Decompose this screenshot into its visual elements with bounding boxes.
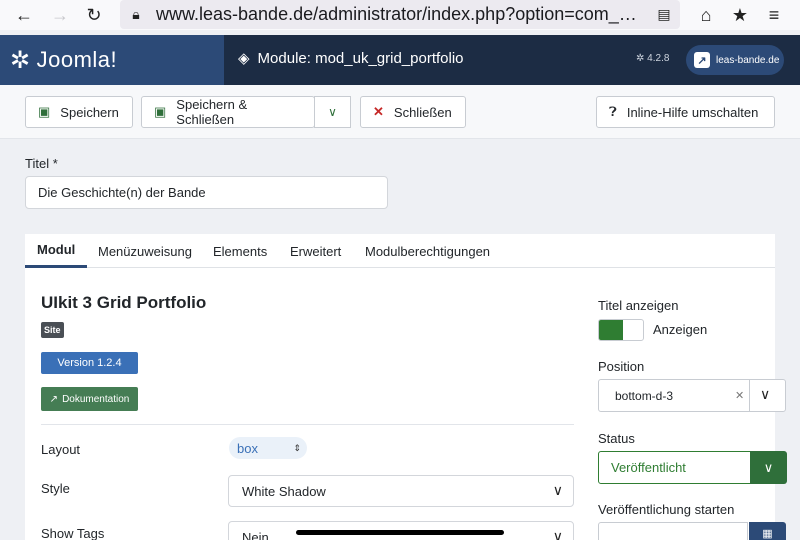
style-label: Style <box>41 481 70 496</box>
chevron-down-icon: ∨ <box>552 528 563 540</box>
address-bar[interactable]: 🔒︎ www.leas-bande.de/administrator/index… <box>120 0 680 29</box>
toggle-on-indicator <box>599 320 623 340</box>
admin-header: ✲ Joomla! ◈ Module: mod_uk_grid_portfoli… <box>0 35 800 85</box>
tab-erweitert[interactable]: Erweitert <box>290 234 341 268</box>
status-value: Veröffentlicht <box>611 460 686 475</box>
updown-icon: ⇕ <box>293 442 301 453</box>
cube-icon: ◈ <box>238 50 250 67</box>
tab-label: Modul <box>37 242 76 257</box>
help-label: Inline-Hilfe umschalten <box>626 104 759 120</box>
page-title-text: Module: mod_uk_grid_portfolio <box>257 49 464 67</box>
reader-view-icon[interactable]: ▤ <box>652 2 676 26</box>
tab-label: Modulberechtigungen <box>365 243 491 259</box>
title-value: Die Geschichte(n) der Bande <box>38 185 206 200</box>
documentation-button[interactable]: ↗ Dokumentation <box>41 387 138 411</box>
question-icon: ❓︎ <box>609 104 617 119</box>
publish-start-label: Veröffentlichung starten <box>598 502 735 517</box>
show-tags-value: Nein <box>242 530 269 540</box>
layout-label: Layout <box>41 442 81 457</box>
tab-elements[interactable]: Elements <box>213 234 267 268</box>
tab-label: Menüzuweisung <box>98 243 192 259</box>
star-icon[interactable]: ★ <box>728 3 752 27</box>
forward-arrow-icon[interactable]: → <box>48 3 72 27</box>
page-title: ◈ Module: mod_uk_grid_portfolio <box>238 49 464 68</box>
show-title-toggle[interactable] <box>598 319 644 341</box>
save-close-button[interactable]: ▣ Speichern & Schließen <box>141 96 315 128</box>
url-text: www.leas-bande.de/administrator/index.ph… <box>156 4 651 24</box>
joomla-mark-icon: ✲ <box>10 46 31 74</box>
chevron-down-icon: ∨ <box>552 482 563 498</box>
separator <box>749 380 750 411</box>
tab-label: Erweitert <box>290 243 342 259</box>
logo-text: Joomla! <box>36 47 118 72</box>
show-title-label: Titel anzeigen <box>598 298 679 313</box>
save-label: Speichern <box>60 104 119 120</box>
module-name: UIkit 3 Grid Portfolio <box>41 293 207 312</box>
show-tags-label: Show Tags <box>41 526 105 540</box>
layout-value: box <box>237 440 258 456</box>
floppy-icon: ▣ <box>154 104 167 119</box>
tab-bar: Modul Menüzuweisung Elements Erweitert M… <box>25 234 775 268</box>
clear-icon[interactable]: ✕ <box>735 389 744 402</box>
site-link-text: leas-bande.de <box>716 54 780 66</box>
site-link-button[interactable]: ↗ leas-bande.de <box>686 45 784 75</box>
external-link-icon: ↗ <box>694 52 710 68</box>
calendar-icon[interactable]: ▦ <box>749 522 786 540</box>
save-close-label: Speichern & Schließen <box>176 97 248 127</box>
style-select[interactable]: White Shadow ∨ <box>228 475 574 507</box>
style-value: White Shadow <box>242 483 326 499</box>
close-icon: ✕ <box>373 104 384 119</box>
toolbar: ▣ Speichern ▣ Speichern & Schließen ∨ ✕ … <box>0 85 800 139</box>
save-options-dropdown[interactable]: ∨ <box>314 96 351 128</box>
help-toggle-button[interactable]: ❓︎ Inline-Hilfe umschalten <box>596 96 775 128</box>
external-link-icon: ↗ <box>49 393 59 405</box>
reload-icon[interactable]: ↻ <box>82 3 106 27</box>
layout-select[interactable]: box ⇕ <box>229 437 307 459</box>
save-button[interactable]: ▣ Speichern <box>25 96 133 128</box>
tab-modulberechtigungen[interactable]: Modulberechtigungen <box>365 234 490 268</box>
joomla-logo[interactable]: ✲ Joomla! <box>0 35 224 85</box>
chevron-down-icon: ∨ <box>328 105 337 119</box>
status-label: Status <box>598 431 635 446</box>
publish-start-input[interactable] <box>598 522 748 540</box>
version-badge: Version 1.2.4 <box>41 352 138 374</box>
doc-label: Dokumentation <box>62 393 130 405</box>
lock-icon: 🔒︎ <box>132 5 140 22</box>
close-button[interactable]: ✕ Schließen <box>360 96 466 128</box>
joomla-small-icon: ✲ <box>636 53 648 64</box>
show-title-value: Anzeigen <box>653 322 708 337</box>
menu-icon[interactable]: ≡ <box>762 3 786 27</box>
position-value: bottom-d-3 <box>615 388 674 403</box>
chevron-down-icon: ∨ <box>760 386 771 402</box>
browser-bar: ← → ↻ 🔒︎ www.leas-bande.de/administrator… <box>0 0 800 30</box>
home-icon[interactable]: ⌂ <box>694 3 718 27</box>
divider <box>41 424 574 425</box>
close-label: Schließen <box>393 104 452 120</box>
back-arrow-icon[interactable]: ← <box>12 3 36 27</box>
version-text: 4.2.8 <box>647 53 670 64</box>
version-info: ✲ 4.2.8 <box>636 53 669 64</box>
status-select[interactable]: Veröffentlicht ∨ <box>598 451 787 484</box>
home-indicator <box>296 530 504 535</box>
title-input[interactable]: Die Geschichte(n) der Bande <box>25 176 388 209</box>
floppy-icon: ▣ <box>38 104 51 119</box>
site-badge: Site <box>41 322 64 338</box>
tab-modul[interactable]: Modul <box>25 234 88 268</box>
title-label: Titel * <box>25 156 58 171</box>
chevron-down-icon: ∨ <box>750 451 787 484</box>
position-label: Position <box>598 359 645 374</box>
tab-label: Elements <box>213 243 268 259</box>
tab-menuzuweisung[interactable]: Menüzuweisung <box>98 234 192 268</box>
position-select[interactable]: bottom-d-3 ✕ ∨ <box>598 379 786 412</box>
